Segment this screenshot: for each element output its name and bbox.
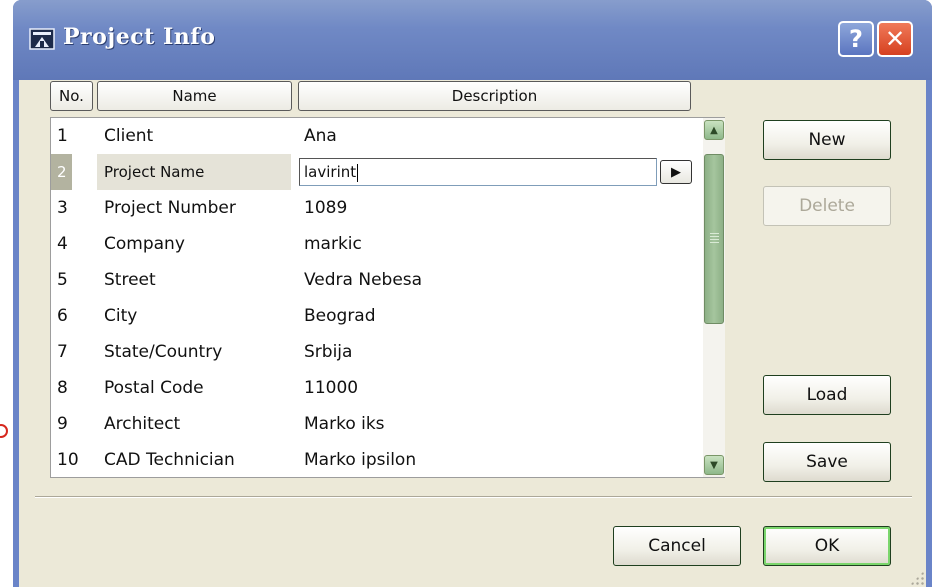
close-icon: ✕ — [884, 25, 906, 53]
scroll-grip-icon — [710, 233, 719, 243]
table-row[interactable]: 5 Street Vedra Nebesa — [51, 262, 701, 298]
scrollbar-thumb[interactable] — [704, 154, 724, 324]
row-description[interactable]: Vedra Nebesa — [304, 262, 422, 298]
close-button[interactable]: ✕ — [877, 21, 913, 57]
row-name: Street — [104, 270, 156, 290]
description-edit-field[interactable]: lavirint — [299, 158, 657, 186]
row-description[interactable]: Marko iks — [304, 406, 385, 442]
text-caret — [357, 163, 359, 182]
title-bar[interactable]: Project Info ? ✕ — [13, 0, 932, 80]
divider — [35, 496, 912, 498]
row-name: Project Name — [97, 154, 291, 190]
row-description[interactable]: Marko ipsilon — [304, 442, 416, 478]
column-header-description[interactable]: Description — [298, 81, 691, 111]
table-row[interactable]: 1 Client Ana — [51, 118, 701, 154]
row-name: Company — [104, 234, 185, 254]
description-edit-value: lavirint — [304, 163, 357, 181]
row-description[interactable]: 1089 — [304, 190, 347, 226]
scroll-up-button[interactable]: ▲ — [704, 120, 724, 140]
project-info-table: 1 Client Ana 2 Project Name lavirint ▶ 3… — [50, 117, 725, 478]
row-number: 10 — [57, 450, 79, 470]
column-header-no[interactable]: No. — [50, 81, 93, 111]
table-row[interactable]: 3 Project Number 1089 — [51, 190, 701, 226]
resize-grip-icon[interactable] — [910, 571, 924, 585]
table-row[interactable]: 10 CAD Technician Marko ipsilon — [51, 442, 701, 478]
row-name: Postal Code — [104, 378, 204, 398]
row-name: Project Number — [104, 198, 236, 218]
delete-button[interactable]: Delete — [763, 186, 891, 226]
row-description[interactable]: 11000 — [304, 370, 358, 406]
dialog-body: No. Name Description 1 Client Ana 2 Proj… — [19, 80, 926, 587]
row-number: 6 — [57, 306, 68, 326]
dialog-title: Project Info — [63, 24, 216, 50]
row-number: 7 — [57, 342, 68, 362]
row-number: 9 — [57, 414, 68, 434]
chevron-down-icon: ▼ — [710, 459, 718, 471]
ok-button[interactable]: OK — [763, 526, 891, 566]
row-description[interactable]: Beograd — [304, 298, 376, 334]
play-arrow-icon: ▶ — [671, 164, 681, 180]
vertical-scrollbar[interactable]: ▲ ▼ — [703, 118, 725, 477]
row-number: 3 — [57, 198, 68, 218]
row-description[interactable]: Ana — [304, 118, 337, 154]
red-circle-marker — [0, 424, 8, 438]
table-row[interactable]: 6 City Beograd — [51, 298, 701, 334]
row-number: 8 — [57, 378, 68, 398]
table-row[interactable]: 9 Architect Marko iks — [51, 406, 701, 442]
row-name: Architect — [104, 414, 181, 434]
table-row-selected[interactable]: 2 Project Name lavirint ▶ — [51, 154, 701, 190]
help-icon: ? — [849, 25, 863, 53]
table-row[interactable]: 4 Company markic — [51, 226, 701, 262]
edit-arrow-button[interactable]: ▶ — [660, 160, 692, 184]
row-number: 1 — [57, 126, 68, 146]
help-button[interactable]: ? — [838, 21, 874, 57]
project-info-icon — [29, 28, 55, 50]
row-number: 5 — [57, 270, 68, 290]
table-row[interactable]: 7 State/Country Srbija — [51, 334, 701, 370]
row-number: 4 — [57, 234, 68, 254]
load-button[interactable]: Load — [763, 375, 891, 415]
table-row[interactable]: 8 Postal Code 11000 — [51, 370, 701, 406]
row-name: CAD Technician — [104, 450, 235, 470]
row-number: 2 — [51, 154, 72, 190]
column-header-name[interactable]: Name — [97, 81, 292, 111]
row-description[interactable]: markic — [304, 226, 362, 262]
row-description[interactable]: Srbija — [304, 334, 352, 370]
save-button[interactable]: Save — [763, 442, 891, 482]
scroll-down-button[interactable]: ▼ — [704, 455, 724, 475]
cancel-button[interactable]: Cancel — [613, 526, 741, 566]
project-info-dialog: Project Info ? ✕ No. Name Description 1 … — [13, 0, 932, 587]
row-name: Client — [104, 126, 154, 146]
new-button[interactable]: New — [763, 120, 891, 160]
row-name: City — [104, 306, 138, 326]
chevron-up-icon: ▲ — [710, 124, 718, 136]
row-name: State/Country — [104, 342, 223, 362]
